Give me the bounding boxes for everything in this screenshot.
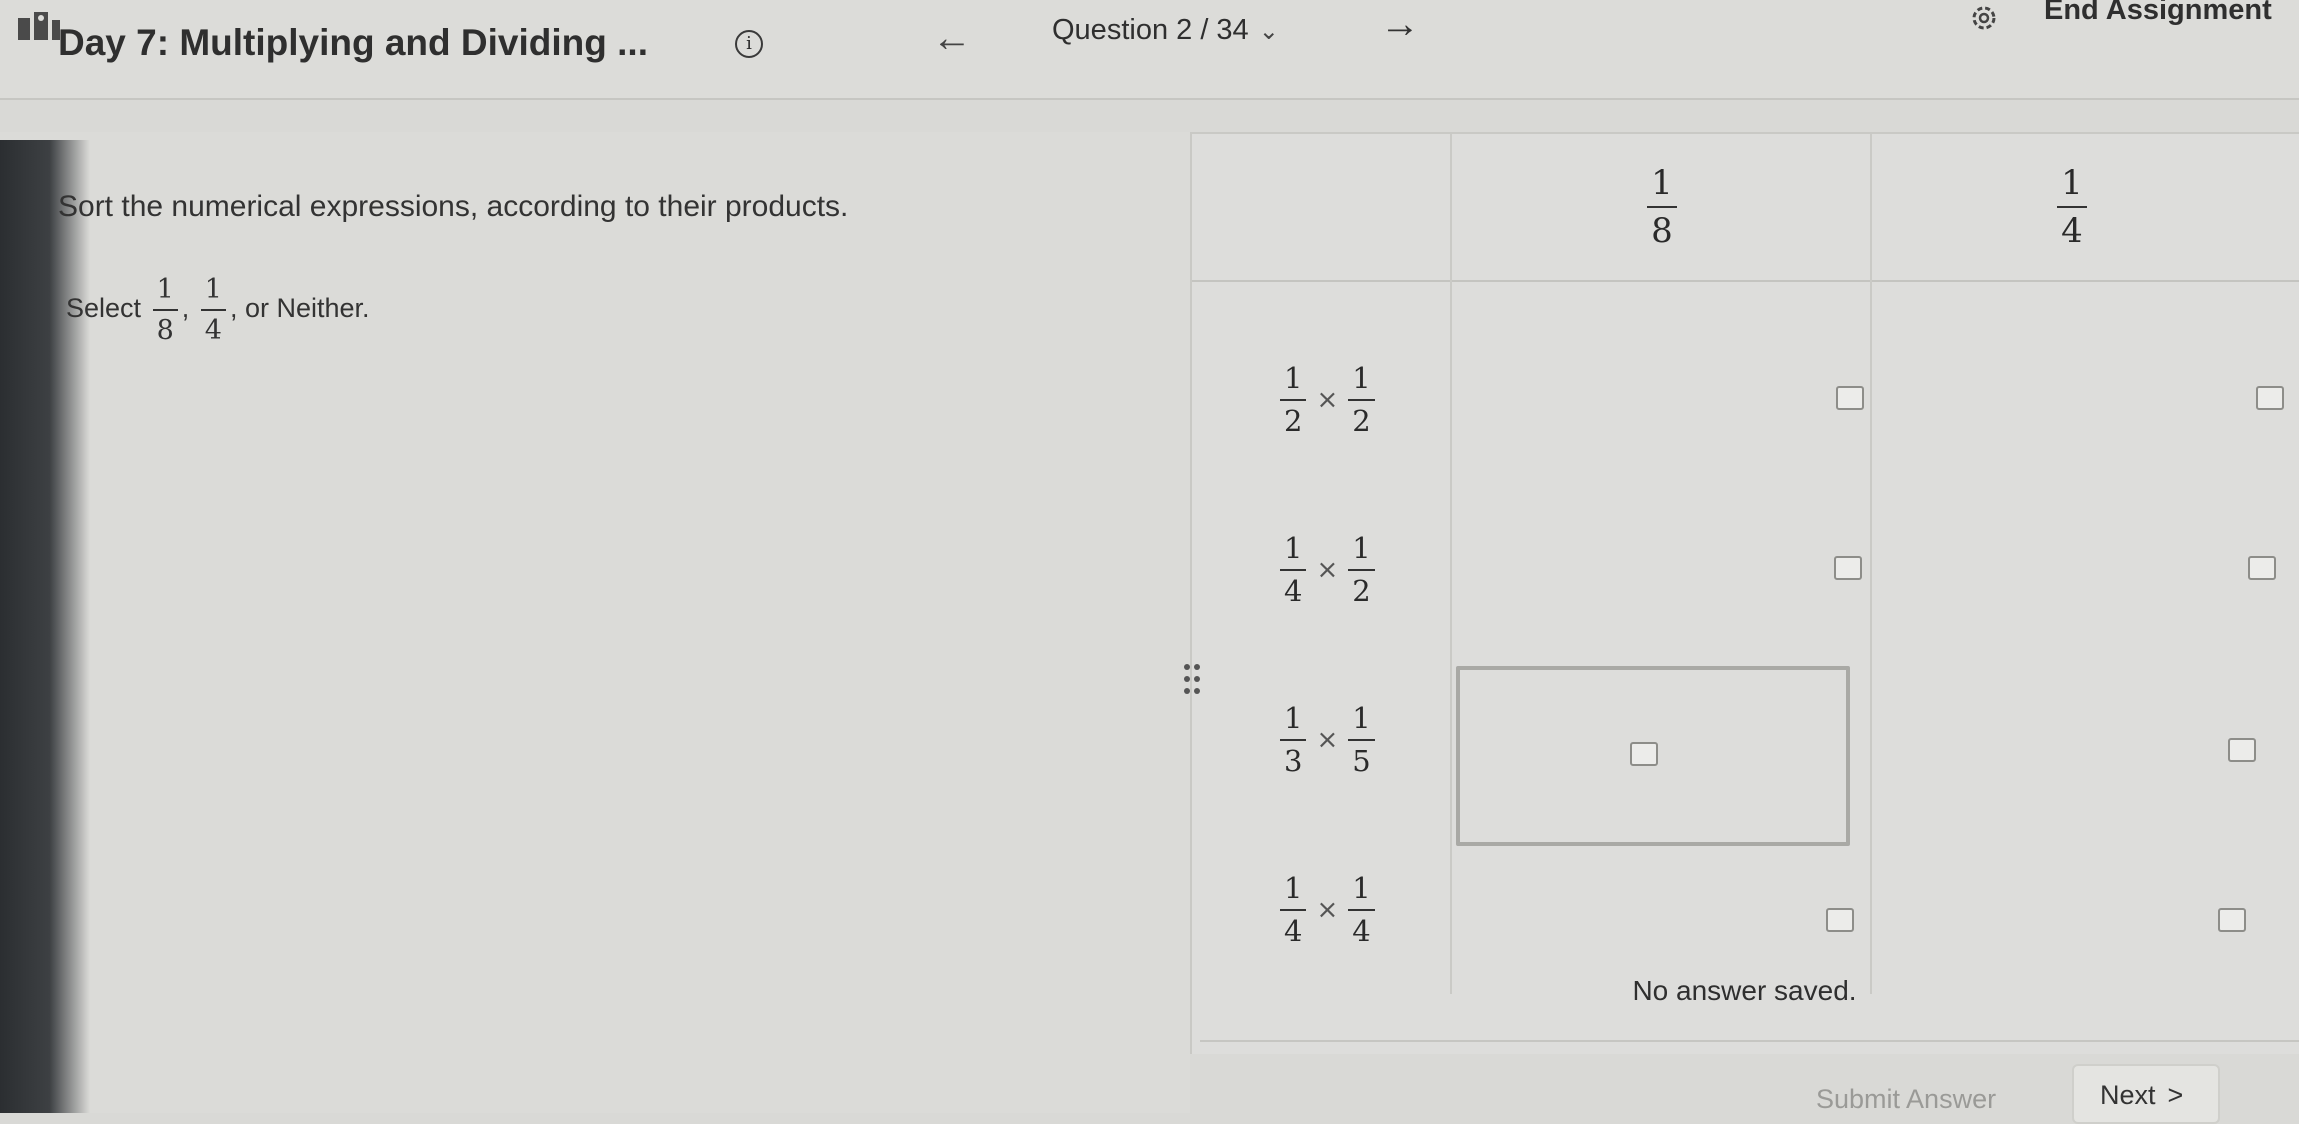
select-suffix: , or Neither. bbox=[229, 293, 370, 324]
header-row-divider bbox=[1192, 280, 2299, 282]
answer-status: No answer saved. bbox=[1632, 975, 1857, 1006]
expression-label: 13 × 15 bbox=[1280, 704, 1375, 776]
checkbox[interactable] bbox=[1826, 908, 1854, 932]
expression-label: 14 × 14 bbox=[1280, 874, 1375, 946]
times-sign: × bbox=[1316, 385, 1339, 415]
sorting-grid: 1 8 1 4 12 × 12 14 × 12 1 3 × 1 5 1 4 × … bbox=[1190, 132, 2299, 1054]
times-sign: × bbox=[1316, 555, 1339, 585]
question-selector[interactable]: Question 2 / 34 ⌄ bbox=[1052, 14, 1279, 47]
column-header-one-eighth: 1 8 bbox=[1452, 134, 1872, 280]
checkbox[interactable] bbox=[1834, 556, 1862, 580]
assignment-title: Day 7: Multiplying and Dividing ... bbox=[58, 22, 648, 63]
info-icon[interactable]: i bbox=[735, 30, 763, 58]
gear-icon[interactable] bbox=[1966, 0, 2002, 36]
end-assignment-button[interactable]: End Assignment bbox=[2044, 0, 2272, 27]
header-divider bbox=[0, 98, 2299, 100]
question-label: Question 2 / 34 bbox=[1052, 14, 1249, 46]
cell-one-eighth[interactable] bbox=[1452, 504, 1870, 674]
times-sign: × bbox=[1316, 725, 1339, 755]
submit-answer-button[interactable]: Submit Answer bbox=[1816, 1084, 1996, 1115]
cell-one-fourth[interactable] bbox=[1872, 334, 2284, 504]
fraction-one-fourth: 1 4 bbox=[200, 276, 226, 344]
checkbox[interactable] bbox=[1630, 742, 1658, 766]
question-prompt: Sort the numerical expressions, accordin… bbox=[58, 190, 849, 223]
times-sign: × bbox=[1316, 895, 1339, 925]
next-question-arrow-icon[interactable]: → bbox=[1380, 2, 1420, 47]
table-row: 12 × 12 bbox=[1192, 334, 2299, 504]
table-row: 13 × 15 bbox=[1192, 666, 2299, 846]
checkbox[interactable] bbox=[2248, 556, 2276, 580]
fraction-one-eighth: 1 8 bbox=[152, 276, 178, 344]
cell-one-eighth[interactable] bbox=[1452, 334, 1870, 504]
next-label: Next bbox=[2100, 1080, 2156, 1110]
select-prefix: Select bbox=[66, 293, 142, 324]
next-button[interactable]: Next > bbox=[2072, 1064, 2220, 1124]
drag-handle-icon[interactable] bbox=[1184, 664, 1204, 708]
chevron-down-icon: ⌄ bbox=[1258, 17, 1279, 45]
cell-one-fourth[interactable] bbox=[1872, 504, 2282, 674]
select-instruction: Select 1 8 , 1 4 , or Neither. bbox=[66, 276, 370, 344]
checkbox[interactable] bbox=[2256, 386, 2284, 410]
cell-one-fourth[interactable] bbox=[1872, 674, 2282, 844]
previous-question-arrow-icon[interactable]: ← bbox=[932, 16, 972, 61]
school-logo-icon bbox=[18, 12, 60, 40]
chevron-right-icon: > bbox=[2167, 1080, 2184, 1110]
app-bar: Day 7: Multiplying and Dividing ... i ← … bbox=[0, 0, 2299, 100]
footer-divider bbox=[1200, 1040, 2299, 1042]
checkbox[interactable] bbox=[1836, 386, 1864, 410]
column-header-one-fourth: 1 4 bbox=[1872, 134, 2272, 280]
checkbox[interactable] bbox=[2218, 908, 2246, 932]
table-row: 14 × 12 bbox=[1192, 504, 2299, 674]
checkbox[interactable] bbox=[2228, 738, 2256, 762]
expression-label: 14 × 12 bbox=[1280, 534, 1375, 606]
cell-one-eighth[interactable] bbox=[1456, 666, 1850, 846]
select-separator: , bbox=[181, 293, 190, 324]
expression-label: 12 × 12 bbox=[1280, 364, 1375, 436]
